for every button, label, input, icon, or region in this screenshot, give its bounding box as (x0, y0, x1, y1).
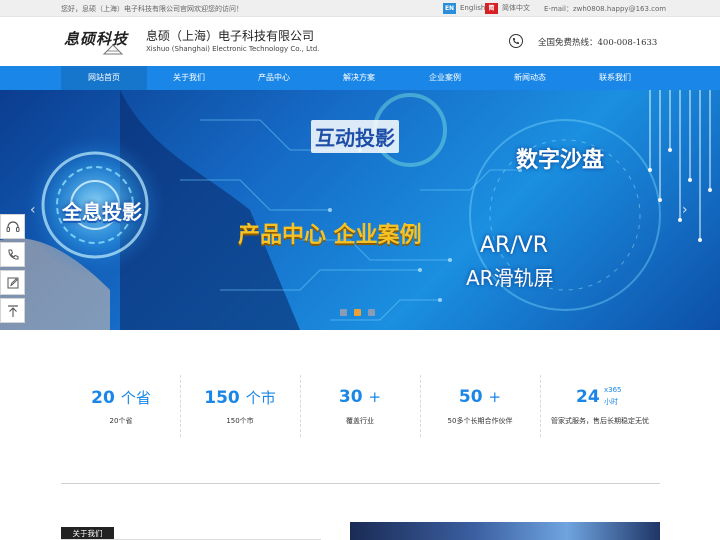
hotline-number: 400-008-1633 (597, 38, 658, 48)
message-button[interactable] (0, 270, 25, 295)
stats-section: 20 个省 20个省 150 个市 150个市 30 + 覆盖行业 50 + 50多个长… (0, 330, 720, 510)
stat-industries-label: 覆盖行业 (346, 417, 374, 425)
banner-holographic-projection: 全息投影 (62, 200, 142, 224)
banner-dot-2[interactable] (354, 309, 361, 316)
phone-contact-button[interactable] (0, 242, 25, 267)
stat-service: 24 x365 小时 管家式服务，售后长期稳定无忧 (540, 375, 660, 437)
stat-cities: 150 个市 150个市 (180, 375, 300, 437)
nav-home[interactable]: 网站首页 (61, 66, 147, 90)
section-divider (61, 483, 660, 484)
phone-icon (7, 249, 18, 260)
stat-service-label: 管家式服务，售后长期稳定无忧 (551, 417, 649, 425)
stat-cities-label: 150个市 (226, 417, 254, 425)
banner-interactive-projection: 互动投影 (311, 120, 399, 153)
stat-partners-value: 50 + (458, 387, 502, 407)
stat-provinces-value: 20 个省 (91, 388, 151, 408)
stat-industries-value: 30 + (338, 387, 382, 407)
nav-contact[interactable]: 联系我们 (572, 66, 658, 90)
english-flag-icon: EN (443, 2, 456, 14)
chinese-flag-icon: 简 (485, 2, 498, 14)
banner-dot-1[interactable] (340, 309, 347, 316)
stat-cities-value: 150 个市 (204, 388, 276, 408)
edit-icon (7, 277, 18, 288)
nav-news[interactable]: 新闻动态 (487, 66, 573, 90)
back-to-top-icon (7, 304, 18, 317)
banner-ar-rail-screen: AR滑轨屏 (466, 266, 554, 290)
welcome-text: 您好，息硕（上海）电子科技有限公司官网欢迎您的访问！ (61, 5, 243, 13)
nav-about[interactable]: 关于我们 (146, 66, 232, 90)
banner-ar-vr: AR/VR (480, 233, 549, 258)
banner-digital-sandtable: 数字沙盘 (516, 148, 605, 173)
hotline-label: 全国免费热线： (538, 38, 598, 48)
english-label: English (460, 4, 486, 12)
top-bar: 您好，息硕（上海）电子科技有限公司官网欢迎您的访问！ EN English 简 … (0, 0, 720, 17)
stat-partners-label: 50多个长期合作伙伴 (447, 417, 513, 425)
banner-next-arrow-icon[interactable]: › (682, 202, 688, 218)
email-text: E-mail：zwh0808.happy@163.com (544, 5, 667, 13)
about-image (350, 522, 660, 540)
nav-products[interactable]: 产品中心 (231, 66, 317, 90)
phone-icon (509, 34, 523, 48)
chinese-label: 简体中文 (502, 4, 530, 12)
back-to-top-button[interactable] (0, 298, 25, 323)
logo[interactable]: 息硕科技 (64, 24, 134, 60)
company-name-cn: 息硕（上海）电子科技有限公司 (146, 29, 315, 43)
nav-cases[interactable]: 企业案例 (402, 66, 488, 90)
stat-partners: 50 + 50多个长期合作伙伴 (420, 375, 540, 437)
language-chinese-link[interactable]: 简 简体中文 (485, 2, 530, 14)
stat-provinces: 20 个省 20个省 (61, 375, 181, 437)
headset-icon (6, 220, 19, 232)
customer-service-button[interactable] (0, 214, 25, 239)
hotline: 全国免费热线：400-008-1633 (538, 36, 657, 48)
banner-prev-arrow-icon[interactable]: ‹ (30, 202, 36, 218)
banner-dot-3[interactable] (368, 309, 375, 316)
banner-pagination (340, 309, 375, 316)
header: 息硕科技 息硕（上海）电子科技有限公司 Xishuo (Shanghai) El… (0, 17, 720, 66)
language-english-link[interactable]: EN English (443, 2, 485, 14)
nav-solutions[interactable]: 解决方案 (316, 66, 402, 90)
hero-banner[interactable]: 互动投影 数字沙盘 全息投影 产品中心 企业案例 AR/VR AR滑轨屏 ‹ › (0, 90, 720, 330)
banner-products-cases: 产品中心 企业案例 (238, 223, 422, 248)
stat-industries: 30 + 覆盖行业 (300, 375, 420, 437)
logo-seal-icon (102, 44, 124, 55)
main-nav: 网站首页 关于我们 产品中心 解决方案 企业案例 新闻动态 联系我们 (0, 66, 720, 90)
company-name-en: Xishuo (Shanghai) Electronic Technology … (146, 45, 320, 53)
stat-provinces-label: 20个省 (109, 417, 133, 425)
